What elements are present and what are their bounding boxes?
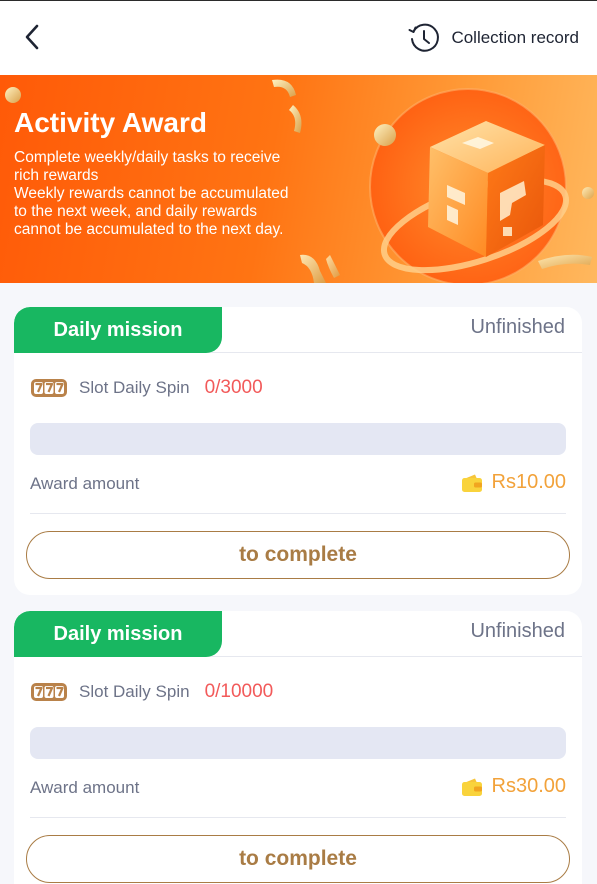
task-progress-count: 0/10000 bbox=[204, 681, 274, 702]
award-row: Award amount Rs30.00 bbox=[30, 773, 566, 803]
banner-description-line: rich rewards bbox=[14, 167, 99, 184]
collection-record-button[interactable]: Collection record bbox=[407, 20, 579, 56]
chevron-left-icon bbox=[25, 24, 39, 50]
award-amount: Rs30.00 bbox=[491, 775, 567, 797]
award-label: Award amount bbox=[30, 778, 140, 797]
mission-card-header: Daily mission Unfinished bbox=[14, 611, 582, 657]
task-progress-count: 0/3000 bbox=[204, 377, 263, 398]
award-label: Award amount bbox=[30, 474, 140, 493]
history-clock-icon bbox=[408, 23, 440, 52]
task-name: Slot Daily Spin bbox=[79, 682, 190, 701]
banner-description-line: Complete weekly/daily tasks to receive bbox=[14, 149, 281, 166]
wallet-icon bbox=[461, 778, 482, 796]
mission-card: Daily mission Unfinished Slot Daily Spin… bbox=[14, 307, 582, 595]
mission-type-tag: Daily mission bbox=[14, 611, 222, 657]
slot-777-icon bbox=[31, 379, 67, 397]
task-name: Slot Daily Spin bbox=[79, 378, 190, 397]
card-divider bbox=[30, 513, 566, 514]
banner-description-line: to the next week, and daily rewards bbox=[14, 203, 257, 220]
top-nav-bar: Collection record bbox=[0, 0, 597, 75]
task-row: Slot Daily Spin 0/10000 bbox=[30, 677, 273, 707]
slot-777-icon bbox=[31, 683, 67, 701]
award-amount: Rs10.00 bbox=[491, 471, 567, 493]
activity-banner: Activity Award Complete weekly/daily tas… bbox=[0, 75, 597, 283]
banner-description-line: Weekly rewards cannot be accumulated bbox=[14, 185, 289, 202]
task-row: Slot Daily Spin 0/3000 bbox=[30, 373, 263, 403]
banner-title: Activity Award bbox=[14, 107, 207, 138]
card-divider bbox=[30, 817, 566, 818]
mission-status: Unfinished bbox=[470, 620, 565, 642]
mission-card: Daily mission Unfinished Slot Daily Spin… bbox=[14, 611, 582, 884]
collection-record-label: Collection record bbox=[451, 28, 579, 47]
progress-bar bbox=[30, 727, 566, 759]
award-row: Award amount Rs10.00 bbox=[30, 469, 566, 499]
wallet-icon bbox=[461, 474, 482, 492]
to-complete-button[interactable]: to complete bbox=[26, 835, 570, 883]
award-value: Rs10.00 bbox=[461, 471, 567, 494]
back-button[interactable] bbox=[18, 21, 48, 53]
mission-card-header: Daily mission Unfinished bbox=[14, 307, 582, 353]
to-complete-button[interactable]: to complete bbox=[26, 531, 570, 579]
banner-description-line: cannot be accumulated to the next day. bbox=[14, 221, 284, 238]
progress-bar bbox=[30, 423, 566, 455]
mission-type-tag: Daily mission bbox=[14, 307, 222, 353]
mission-status: Unfinished bbox=[470, 316, 565, 338]
award-value: Rs30.00 bbox=[461, 775, 567, 798]
banner-description: Complete weekly/daily tasks to receive r… bbox=[14, 149, 344, 239]
